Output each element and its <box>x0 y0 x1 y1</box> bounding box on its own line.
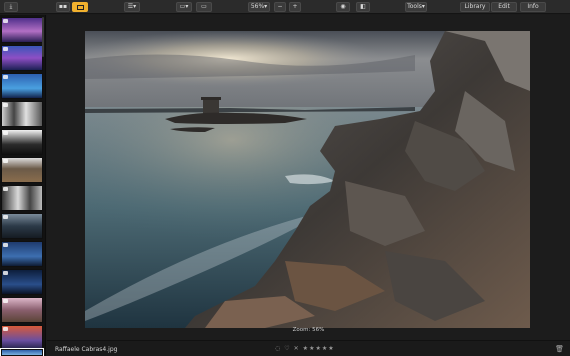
filmstrip-sidebar[interactable] <box>0 15 46 356</box>
star-icon[interactable]: ★ <box>328 345 333 352</box>
main-photo <box>85 31 530 328</box>
rating-bar: ◌ ♡ ✕ ★★★★★ <box>275 345 335 352</box>
thumbnail[interactable] <box>1 101 43 127</box>
compare-icon: ▪▪ <box>58 3 68 10</box>
layout-button[interactable]: ☰▾ <box>124 2 140 12</box>
split-view-button[interactable]: ▭ <box>196 2 212 12</box>
flag-icon <box>3 159 8 163</box>
thumbnail[interactable] <box>1 129 43 155</box>
thumbnail[interactable] <box>1 325 43 351</box>
split-view-icon: ▭ <box>201 3 207 10</box>
layout-icon: ☰▾ <box>127 3 137 10</box>
thumbnail[interactable] <box>1 241 43 267</box>
flag-icon <box>3 47 8 51</box>
thumbnail[interactable] <box>1 213 43 239</box>
flag-icon <box>3 271 8 275</box>
flag-icon <box>3 75 8 79</box>
flag-icon <box>3 131 8 135</box>
crop-icon: ▭▾ <box>179 3 189 10</box>
thumbnail[interactable] <box>1 73 43 99</box>
info-label: Info <box>527 3 539 10</box>
preview-button[interactable]: ◉ <box>336 2 350 12</box>
import-icon: ⤓ <box>9 3 13 10</box>
star-icon[interactable]: ★ <box>303 345 308 352</box>
image-viewer[interactable]: Zoom: 56% <box>47 15 570 340</box>
import-button[interactable]: ⤓ <box>4 2 18 12</box>
label-circle-icon[interactable]: ◌ <box>275 345 280 352</box>
tools-label: Tools <box>407 3 422 10</box>
sidebar-scrollbar[interactable] <box>42 17 44 57</box>
zoom-overlay: Zoom: 56% <box>292 327 325 333</box>
zoom-in-icon: + <box>292 3 298 10</box>
star-icon[interactable]: ★ <box>322 345 327 352</box>
thumbnail[interactable] <box>1 17 43 43</box>
flag-icon <box>3 19 8 23</box>
thumbnail[interactable] <box>1 269 43 295</box>
star-icon[interactable]: ★ <box>309 345 314 352</box>
thumbnail[interactable] <box>1 45 43 71</box>
edit-label: Edit <box>498 3 510 10</box>
flag-icon <box>3 215 8 219</box>
flag-icon <box>3 103 8 107</box>
star-rating[interactable]: ★★★★★ <box>303 345 335 352</box>
info-button[interactable]: Info <box>520 2 546 12</box>
single-view-button[interactable] <box>72 2 88 12</box>
flag-icon <box>3 243 8 247</box>
top-toolbar: ⤓ ▪▪ ☰▾ ▭▾ ▭ 56% ▾ − + ◉ ◧ Tools ▾ Library… <box>0 0 570 14</box>
before-after-icon: ◧ <box>360 3 366 10</box>
thumbnail[interactable] <box>1 185 43 211</box>
zoom-out-button[interactable]: − <box>274 2 286 12</box>
star-icon[interactable]: ★ <box>315 345 320 352</box>
library-button[interactable]: Library <box>460 2 490 12</box>
zoom-out-icon: − <box>277 3 283 10</box>
trash-icon[interactable]: 🗑 <box>555 345 564 353</box>
thumbnail[interactable] <box>1 157 43 183</box>
zoom-select[interactable]: 56% ▾ <box>248 2 270 12</box>
tools-menu[interactable]: Tools ▾ <box>405 2 427 12</box>
zoom-value: 56% <box>250 3 265 10</box>
single-view-icon <box>76 4 84 10</box>
edit-button[interactable]: Edit <box>491 2 517 12</box>
before-after-button[interactable]: ◧ <box>356 2 370 12</box>
zoom-in-button[interactable]: + <box>289 2 301 12</box>
chevron-down-icon: ▾ <box>421 3 425 10</box>
flag-icon <box>3 187 8 191</box>
flag-icon <box>3 327 8 331</box>
thumbnail[interactable] <box>1 297 43 323</box>
library-label: Library <box>464 3 486 10</box>
file-name: Raffaele Cabras4.jpg <box>55 346 118 353</box>
eye-icon: ◉ <box>340 3 346 10</box>
chevron-down-icon: ▾ <box>264 3 268 10</box>
reject-icon[interactable]: ✕ <box>294 345 299 352</box>
bottom-statusbar: Raffaele Cabras4.jpg ◌ ♡ ✕ ★★★★★ 🗑 <box>47 340 570 356</box>
crop-button[interactable]: ▭▾ <box>176 2 192 12</box>
flag-icon <box>3 299 8 303</box>
thumbnail-selected[interactable] <box>0 348 44 356</box>
compare-button[interactable]: ▪▪ <box>56 2 70 12</box>
heart-icon[interactable]: ♡ <box>284 345 289 352</box>
